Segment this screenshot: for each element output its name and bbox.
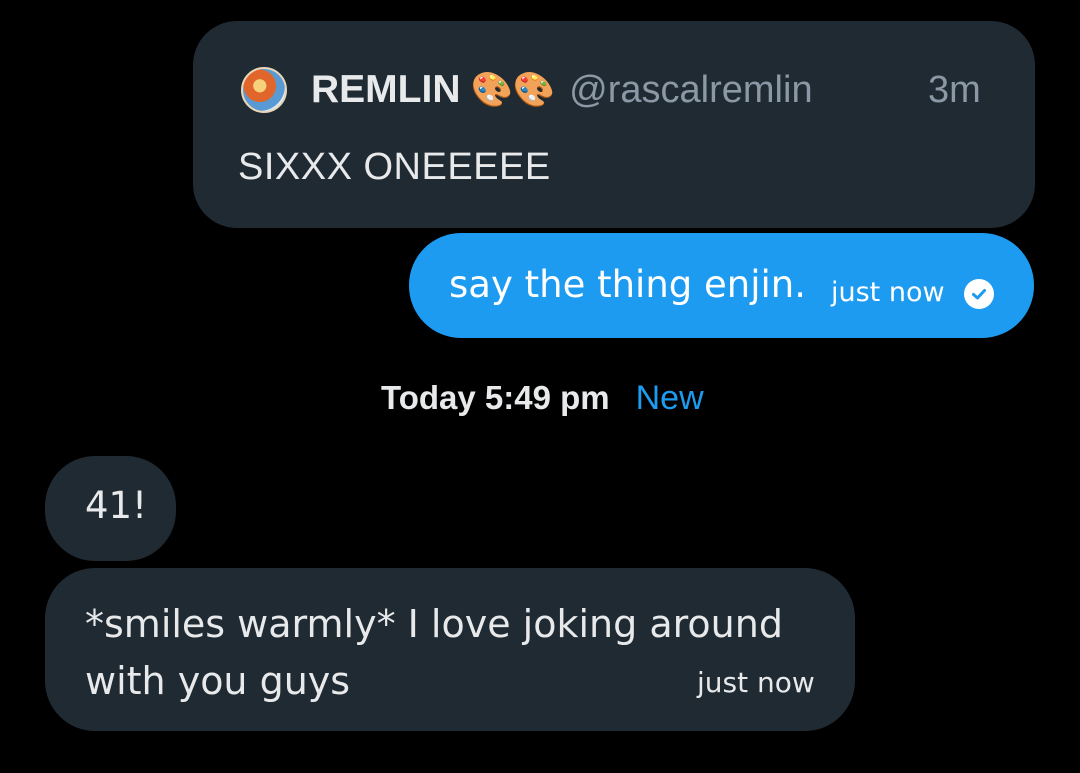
outgoing-message-text: say the thing enjin. [449, 263, 807, 306]
incoming-message-bubble[interactable]: *smiles warmly* I love joking around wit… [45, 568, 855, 731]
incoming-message-bubble[interactable]: 41! [45, 456, 176, 561]
palette-emoji-icon: 🎨🎨 [470, 70, 556, 110]
quoted-message-bubble[interactable]: REMLIN 🎨🎨 @rascalremlin 3m SIXXX ONEEEEE [193, 21, 1035, 228]
quoted-message-text: SIXXX ONEEEEE [238, 146, 551, 188]
outgoing-message-time: just now [831, 277, 945, 308]
incoming-message-time: just now [697, 666, 815, 699]
quoted-message-time: 3m [928, 69, 981, 111]
new-messages-label: New [635, 378, 704, 417]
quoted-author-handle[interactable]: @rascalremlin [569, 69, 812, 112]
check-circle-icon [964, 279, 994, 309]
date-separator: Today 5:49 pm New [381, 375, 704, 421]
avatar[interactable] [241, 67, 287, 113]
quoted-author-name[interactable]: REMLIN [311, 68, 461, 112]
quoted-message-header: REMLIN 🎨🎨 @rascalremlin [241, 65, 813, 115]
outgoing-message-bubble[interactable]: say the thing enjin. just now [409, 233, 1034, 338]
date-separator-label: Today 5:49 pm [381, 379, 610, 416]
incoming-message-text: 41! [85, 484, 147, 527]
